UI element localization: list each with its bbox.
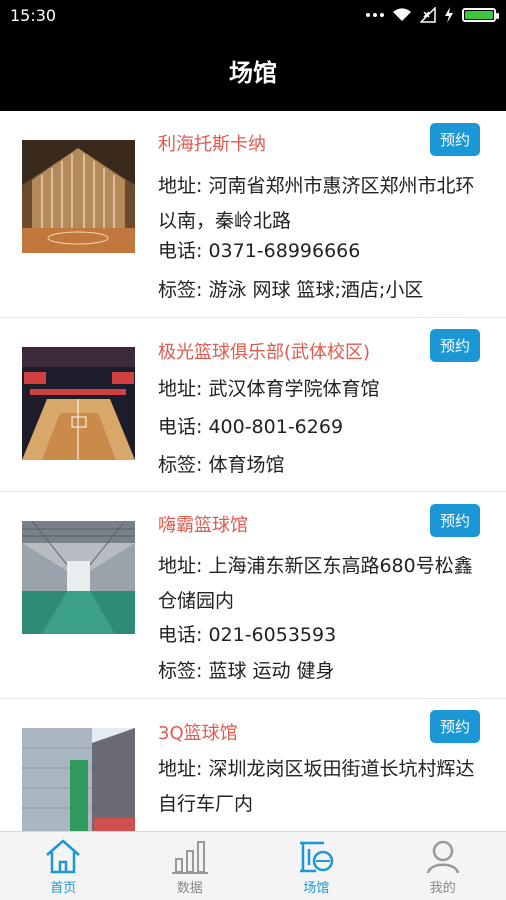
- home-icon: [46, 839, 81, 874]
- tab-home[interactable]: 首页: [0, 832, 127, 900]
- tab-home-label: 首页: [50, 881, 77, 896]
- book-button[interactable]: 预约: [430, 329, 480, 362]
- venue-card[interactable]: 3Q篮球馆 预约 地址: 深圳龙岗区坂田街道长坑村辉达自行车厂内: [0, 699, 506, 831]
- person-icon: [426, 840, 459, 874]
- wifi-icon: [393, 8, 411, 21]
- venue-phone[interactable]: 电话: 021-6053593: [158, 618, 480, 653]
- book-button[interactable]: 预约: [430, 504, 480, 537]
- bottom-tab-bar: 首页 数据 场馆 我的: [0, 831, 506, 900]
- venue-address: 地址: 深圳龙岗区坂田街道长坑村辉达自行车厂内: [158, 758, 475, 815]
- venue-card[interactable]: 嗨霸篮球馆 预约 地址: 上海浦东新区东高路680号松鑫仓储园内 电话: 021…: [0, 492, 506, 699]
- tab-mine[interactable]: 我的: [380, 832, 506, 900]
- tab-data[interactable]: 数据: [127, 832, 254, 900]
- venue-list[interactable]: 利海托斯卡纳 预约 地址: 河南省郑州市惠济区郑州市北环以南，秦岭北路 电话: …: [0, 111, 506, 831]
- venue-phone[interactable]: 电话: 0371-68996666: [158, 234, 480, 269]
- tab-venue-label: 场馆: [303, 881, 330, 896]
- venue-card[interactable]: 利海托斯卡纳 预约 地址: 河南省郑州市惠济区郑州市北环以南，秦岭北路 电话: …: [0, 111, 506, 318]
- page-title: 场馆: [229, 59, 277, 87]
- venue-card[interactable]: 极光篮球俱乐部(武体校区) 预约 地址: 武汉体育学院体育馆 电话: 400-8…: [0, 318, 506, 492]
- status-bar: 15:30: [0, 0, 506, 30]
- book-button[interactable]: 预约: [430, 123, 480, 156]
- venue-name[interactable]: 3Q篮球馆: [158, 719, 238, 745]
- book-button[interactable]: 预约: [430, 710, 480, 743]
- venue-tags: 标签: 蓝球 运动 健身: [158, 660, 335, 682]
- venue-address: 地址: 武汉体育学院体育馆: [158, 378, 380, 400]
- venue-tags: 标签: 游泳 网球 篮球;酒店;小区: [158, 279, 424, 301]
- venue-name[interactable]: 嗨霸篮球馆: [158, 511, 248, 537]
- venue-icon: [300, 841, 334, 873]
- tab-mine-label: 我的: [429, 881, 456, 896]
- venue-tags: 标签: 体育场馆: [158, 454, 285, 476]
- charging-icon: [445, 7, 453, 23]
- venue-name[interactable]: 极光篮球俱乐部(武体校区): [158, 338, 370, 364]
- venue-photo: [22, 728, 135, 831]
- tab-data-label: 数据: [176, 881, 203, 896]
- venue-address: 地址: 上海浦东新区东高路680号松鑫仓储园内: [158, 555, 473, 612]
- status-icons: [366, 7, 499, 23]
- venue-name[interactable]: 利海托斯卡纳: [158, 130, 266, 156]
- battery-icon: [462, 8, 499, 22]
- venue-photo: [22, 521, 135, 634]
- chart-icon: [171, 841, 208, 874]
- venue-photo: [22, 347, 135, 460]
- header-bar: 场馆: [0, 30, 506, 111]
- venue-address: 地址: 河南省郑州市惠济区郑州市北环以南，秦岭北路: [158, 175, 475, 232]
- venue-phone[interactable]: 电话: 400-801-6269: [158, 410, 480, 445]
- status-time: 15:30: [10, 5, 57, 25]
- tab-venue[interactable]: 场馆: [253, 832, 380, 900]
- more-dots-icon: [366, 13, 384, 17]
- venue-photo: [22, 140, 135, 253]
- signal-icon: [420, 7, 436, 23]
